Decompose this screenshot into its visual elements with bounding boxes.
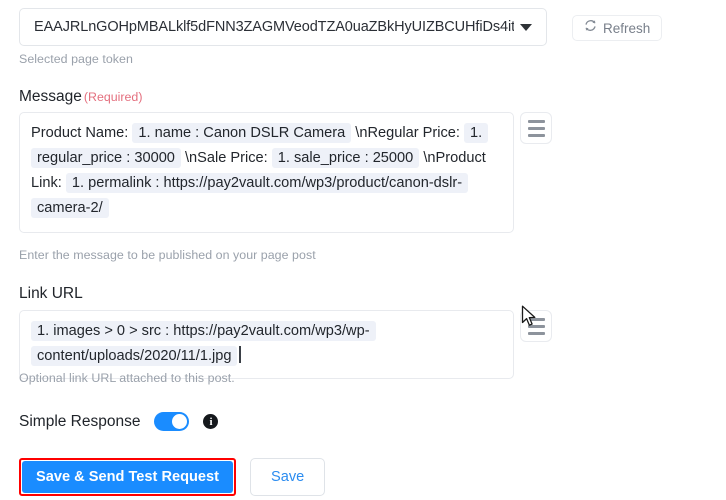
refresh-icon bbox=[584, 19, 597, 37]
hamburger-icon-bar bbox=[527, 119, 545, 123]
link-url-input[interactable]: 1. images > 0 > src : https://pay2vault.… bbox=[19, 310, 514, 379]
message-field-row: Product Name: 1. name : Canon DSLR Camer… bbox=[19, 112, 552, 233]
refresh-button-label: Refresh bbox=[603, 20, 651, 36]
link-url-content: 1. images > 0 > src : https://pay2vault.… bbox=[31, 321, 376, 366]
plain-text-run: \nRegular Price: bbox=[351, 125, 464, 141]
footer-button-row: Save & Send Test Request Save bbox=[19, 458, 326, 496]
message-content: Product Name: 1. name : Canon DSLR Camer… bbox=[31, 123, 489, 218]
message-helper-text: Enter the message to be published on you… bbox=[19, 248, 316, 262]
save-and-send-highlight: Save & Send Test Request bbox=[19, 458, 237, 496]
token-chip: 1. sale_price : 25000 bbox=[271, 148, 420, 168]
message-field-label: Message (Required) bbox=[19, 88, 142, 106]
message-required-note: (Required) bbox=[83, 90, 143, 104]
toggle-knob bbox=[172, 414, 188, 429]
page-token-select[interactable]: EAAJRLnGOHpMBALklf5dFNN3ZAGMVeodTZA0uaZB… bbox=[19, 8, 547, 46]
token-chip: 1. name : Canon DSLR Camera bbox=[132, 123, 352, 143]
message-label-text: Message bbox=[19, 88, 82, 105]
hamburger-icon-bar bbox=[527, 126, 545, 130]
link-url-field-label: Link URL bbox=[19, 285, 83, 302]
hamburger-icon-bar bbox=[527, 317, 545, 321]
page-token-value: EAAJRLnGOHpMBALklf5dFNN3ZAGMVeodTZA0uaZB… bbox=[34, 19, 514, 35]
save-and-send-test-request-button[interactable]: Save & Send Test Request bbox=[22, 461, 234, 493]
save-button[interactable]: Save bbox=[250, 458, 326, 496]
page-token-helper-text: Selected page token bbox=[19, 52, 133, 66]
info-icon[interactable]: i bbox=[203, 414, 219, 429]
plain-text-run: Product Name: bbox=[31, 125, 133, 141]
simple-response-row: Simple Response i bbox=[19, 412, 219, 431]
text-caret bbox=[239, 346, 241, 363]
page-token-row: EAAJRLnGOHpMBALklf5dFNN3ZAGMVeodTZA0uaZB… bbox=[19, 8, 547, 46]
link-url-menu-button[interactable] bbox=[520, 310, 552, 342]
link-url-helper-text: Optional link URL attached to this post. bbox=[19, 371, 235, 385]
token-chip: 1. permalink : https://pay2vault.com/wp3… bbox=[31, 173, 469, 218]
page-root: EAAJRLnGOHpMBALklf5dFNN3ZAGMVeodTZA0uaZB… bbox=[0, 0, 726, 500]
plain-text-run: \nSale Price: bbox=[180, 150, 272, 166]
link-url-field-row: 1. images > 0 > src : https://pay2vault.… bbox=[19, 310, 552, 379]
message-menu-button[interactable] bbox=[520, 112, 552, 144]
message-input[interactable]: Product Name: 1. name : Canon DSLR Camer… bbox=[19, 112, 514, 233]
hamburger-icon-bar bbox=[527, 133, 545, 137]
simple-response-label: Simple Response bbox=[19, 412, 141, 430]
refresh-button[interactable]: Refresh bbox=[572, 15, 663, 41]
hamburger-icon-bar bbox=[527, 331, 545, 335]
chevron-down-icon[interactable] bbox=[520, 23, 532, 31]
hamburger-icon-bar bbox=[527, 324, 545, 328]
token-chip: 1. images > 0 > src : https://pay2vault.… bbox=[31, 321, 376, 366]
simple-response-toggle[interactable] bbox=[154, 412, 190, 431]
